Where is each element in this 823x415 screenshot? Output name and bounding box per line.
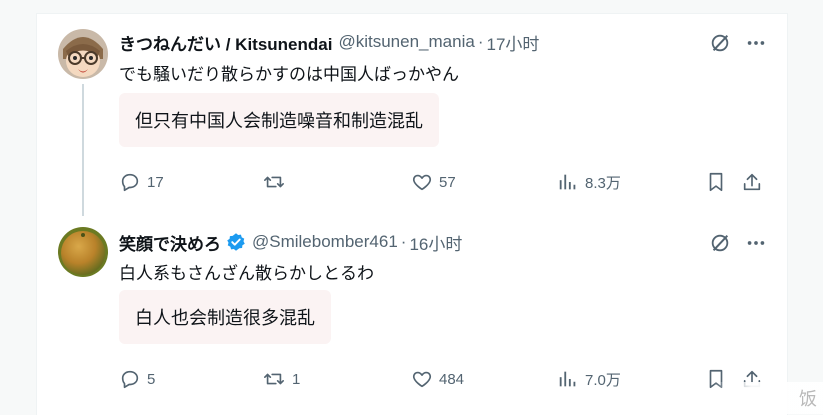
- avatar[interactable]: [58, 29, 108, 79]
- translation-box: 但只有中国人会制造噪音和制造混乱: [119, 93, 439, 147]
- timeline-card: きつねんだい / Kitsunendai @kitsunen_mania · 1…: [36, 13, 788, 415]
- like-count: 57: [439, 173, 456, 191]
- reply-icon: [121, 370, 139, 389]
- tweet-1[interactable]: きつねんだい / Kitsunendai @kitsunen_mania · 1…: [37, 14, 787, 219]
- dot-separator: ·: [400, 232, 407, 251]
- bookmark-button[interactable]: [705, 171, 727, 193]
- display-name[interactable]: きつねんだい / Kitsunendai: [119, 30, 332, 55]
- watermark-text: 饭: [799, 389, 817, 409]
- retweet-button[interactable]: [262, 171, 292, 193]
- reply-count: 5: [147, 370, 156, 388]
- retweet-icon: [264, 373, 284, 385]
- tweet-actions: 5 1 484 7.0万: [119, 368, 769, 398]
- dot-separator: ·: [477, 32, 484, 51]
- tweet-2[interactable]: 笑顔で決めろ @Smilebomber461 · 16小时 白人系もさんざん散ら…: [37, 219, 787, 415]
- display-name[interactable]: 笑顔で決めろ: [119, 230, 221, 255]
- like-icon: [412, 371, 432, 388]
- avatar[interactable]: [58, 227, 108, 277]
- verified-badge-icon: [226, 232, 246, 252]
- tweet-text: でも騒いだり散らかすのは中国人ばっかやん: [119, 65, 459, 84]
- tweet-text: 白人系もさんざん散らかしとるわ: [119, 264, 374, 283]
- tweet-actions: 17 57 8.3万: [119, 171, 769, 201]
- watermark: 饭: [713, 382, 823, 414]
- share-button[interactable]: [741, 171, 763, 193]
- views-icon: [559, 174, 576, 190]
- timestamp[interactable]: 17小时: [486, 30, 539, 55]
- tweet-top-actions: [709, 32, 767, 59]
- timestamp[interactable]: 16小时: [409, 230, 462, 255]
- views-button[interactable]: 8.3万: [557, 171, 621, 193]
- like-button[interactable]: 57: [411, 171, 456, 193]
- retweet-count: 1: [292, 370, 301, 388]
- tweet-header: きつねんだい / Kitsunendai @kitsunen_mania · 1…: [119, 30, 539, 54]
- orange-fruit-avatar-image: [58, 227, 108, 277]
- more-icon[interactable]: [745, 32, 767, 59]
- reply-count: 17: [147, 173, 164, 191]
- grok-icon[interactable]: [709, 32, 731, 59]
- like-count: 484: [439, 370, 465, 388]
- anime-avatar-image: [58, 29, 108, 79]
- user-handle[interactable]: @Smilebomber461: [252, 232, 398, 252]
- user-handle[interactable]: @kitsunen_mania: [338, 32, 474, 52]
- tweet-header: 笑顔で決めろ @Smilebomber461 · 16小时: [119, 230, 462, 254]
- bookmark-icon: [709, 172, 723, 192]
- retweet-button[interactable]: 1: [262, 368, 300, 390]
- reply-button[interactable]: 5: [119, 368, 155, 390]
- grok-icon[interactable]: [709, 232, 731, 259]
- like-button[interactable]: 484: [411, 368, 464, 390]
- like-icon: [412, 174, 432, 191]
- retweet-icon: [264, 176, 284, 188]
- tweet-top-actions: [709, 232, 767, 259]
- views-icon: [559, 371, 576, 387]
- views-count: 7.0万: [585, 371, 621, 389]
- views-count: 8.3万: [585, 174, 621, 192]
- reply-icon: [121, 173, 139, 192]
- more-icon[interactable]: [745, 232, 767, 259]
- translation-box: 白人也会制造很多混乱: [119, 290, 331, 344]
- views-button[interactable]: 7.0万: [557, 368, 621, 390]
- share-icon: [743, 173, 761, 191]
- reply-button[interactable]: 17: [119, 171, 164, 193]
